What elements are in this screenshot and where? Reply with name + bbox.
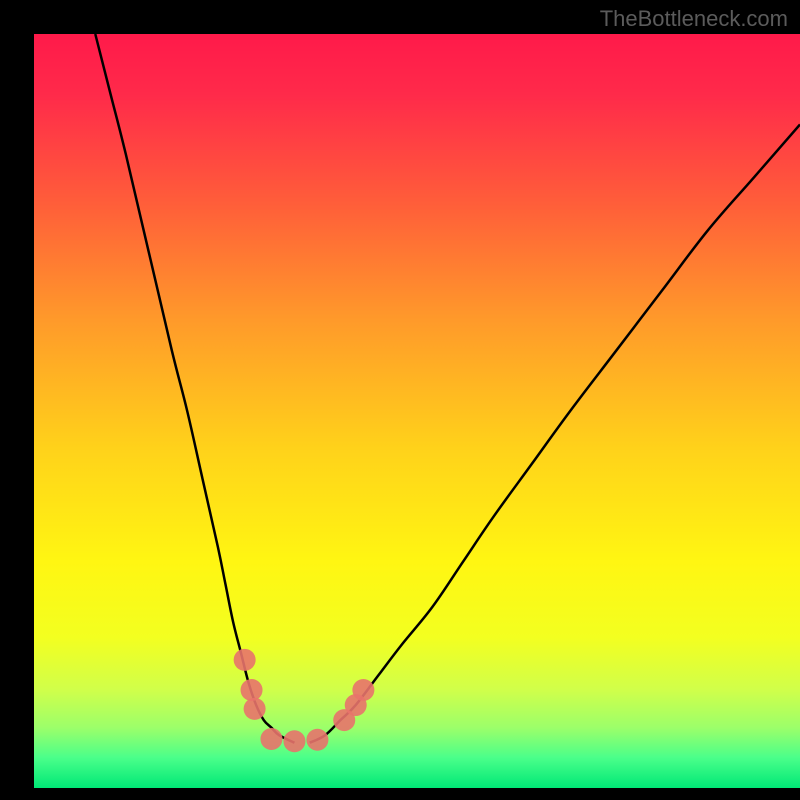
data-point [241, 679, 263, 701]
data-point [244, 698, 266, 720]
data-point [234, 649, 256, 671]
data-point [352, 679, 374, 701]
data-point [306, 729, 328, 751]
data-point [260, 728, 282, 750]
chart-svg [0, 0, 800, 800]
watermark-text: TheBottleneck.com [600, 6, 788, 32]
data-point [283, 730, 305, 752]
plot-background [34, 34, 800, 788]
